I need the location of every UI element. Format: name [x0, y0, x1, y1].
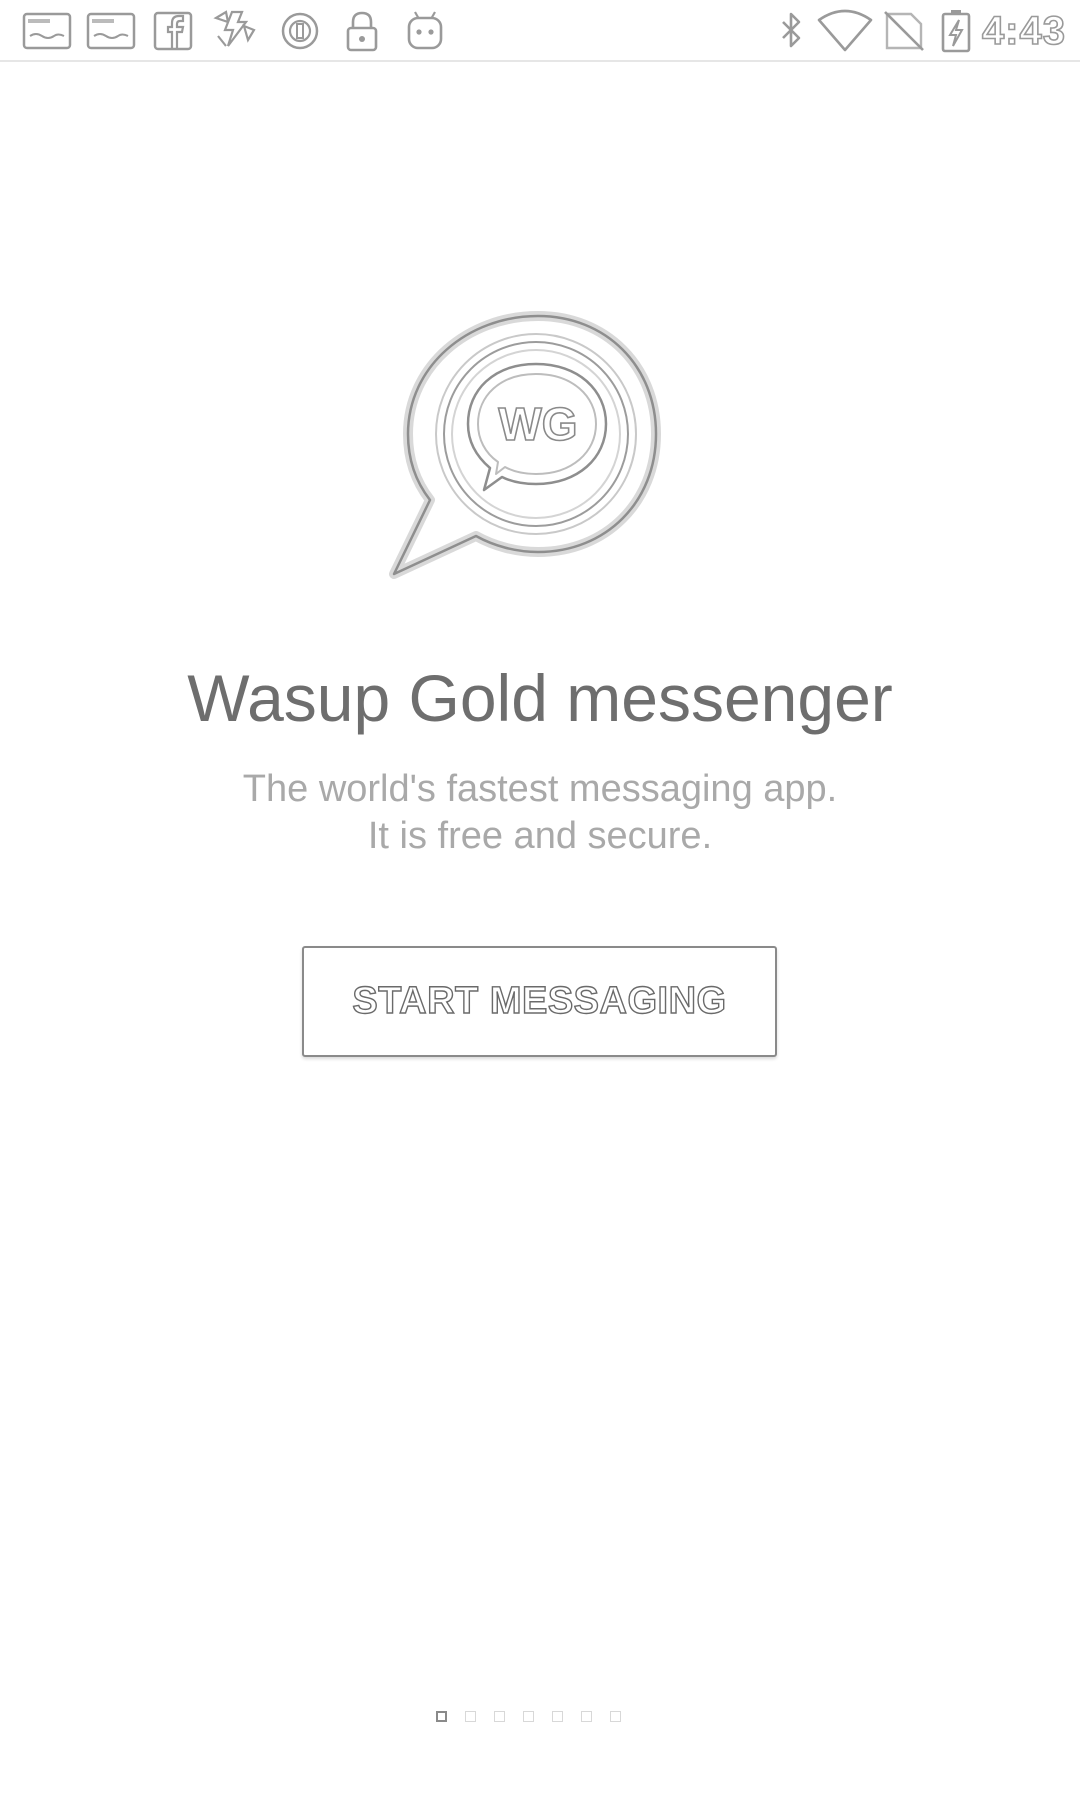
app-icon — [210, 8, 260, 52]
page-indicator-dot — [552, 1711, 563, 1722]
status-bar: 4:43 — [0, 0, 1080, 62]
app-name-title: Wasup Gold messenger — [187, 661, 893, 735]
facebook-icon — [153, 8, 195, 52]
no-signal-icon — [881, 8, 927, 52]
wifi-icon — [816, 8, 874, 52]
page-indicator — [436, 1711, 621, 1725]
sms-app-icon — [86, 8, 136, 52]
status-bar-clock: 4:43 — [981, 8, 1066, 54]
battery-charging-icon — [940, 8, 972, 53]
tagline: The world's fastest messaging app. It is… — [0, 766, 1080, 860]
app-logo: WG — [388, 304, 688, 604]
start-messaging-button[interactable]: START MESSAGING — [302, 946, 777, 1057]
tagline-line-2: It is free and secure. — [367, 815, 713, 857]
page-indicator-dot — [436, 1711, 447, 1722]
logo-monogram: WG — [498, 398, 577, 450]
page-indicator-dot — [465, 1711, 476, 1722]
start-messaging-label: START MESSAGING — [352, 979, 727, 1022]
page-indicator-dot — [581, 1711, 592, 1722]
page-indicator-dot — [494, 1711, 505, 1722]
page-indicator-dot — [610, 1711, 621, 1722]
tagline-line-1: The world's fastest messaging app. — [242, 768, 838, 810]
bluetooth-icon — [775, 8, 807, 52]
android-icon — [403, 8, 447, 52]
sms-app-icon — [22, 8, 72, 52]
lock-icon — [342, 8, 382, 52]
page-indicator-dot — [523, 1711, 534, 1722]
circle-app-icon — [278, 8, 324, 52]
